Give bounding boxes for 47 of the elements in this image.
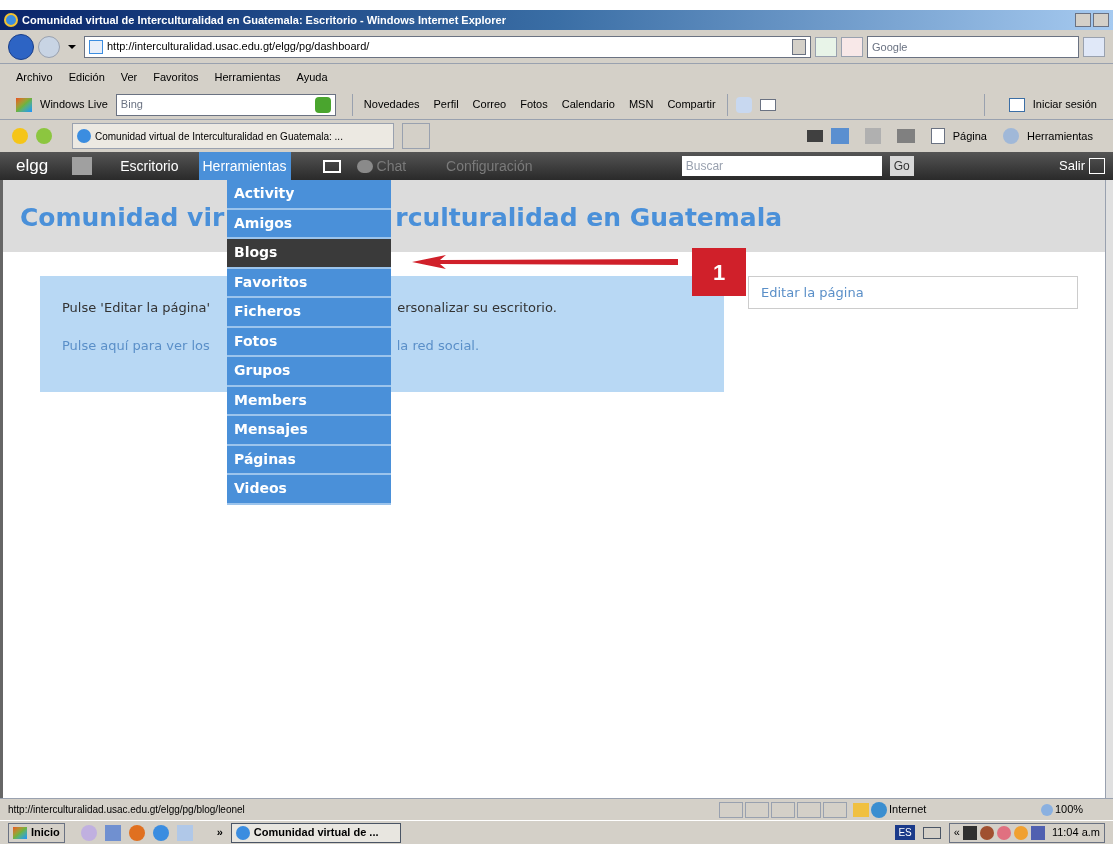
menu-item[interactable]: Ver: [120, 68, 138, 86]
menu-item[interactable]: Herramientas: [214, 68, 281, 86]
info-message: Pulse 'Editar la página': [62, 299, 211, 317]
bing-search-field[interactable]: Bing: [115, 93, 336, 116]
taskbar-window-button[interactable]: Comunidad virtual de ...: [230, 822, 401, 843]
status-text: http://interculturalidad.usac.edu.gt/elgg/pg/blog/leonel: [8, 803, 245, 817]
start-button[interactable]: Inicio: [8, 822, 65, 843]
toolbar-link[interactable]: Compartir: [667, 96, 716, 113]
page-title: rculturalidad en Guatemala: [395, 202, 783, 235]
window-title: Comunidad virtual de Interculturalidad en Guatemala: Escritorio - Windows Internet Explorer: [22, 12, 506, 28]
browser-tab[interactable]: Comunidad virtual de Interculturalidad en Guatemala: ...: [72, 123, 394, 149]
search-field[interactable]: Google: [867, 35, 1079, 58]
toolbar-brand[interactable]: Windows Live: [40, 96, 108, 113]
tray-chevron[interactable]: «: [953, 824, 960, 841]
menu-item[interactable]: Favoritos: [153, 68, 199, 86]
go-button[interactable]: Go: [889, 156, 914, 176]
address-field[interactable]: http://interculturalidad.usac.edu.gt/elgg/pg/dashboard/: [84, 35, 811, 58]
zone-text: Internet: [889, 802, 928, 818]
elgg-logo[interactable]: elgg: [16, 153, 49, 179]
menu-item[interactable]: Ayuda: [296, 68, 328, 86]
nav-item[interactable]: Escritorio: [116, 152, 183, 180]
edit-page-link[interactable]: Editar la página: [748, 276, 1078, 309]
zoom-level[interactable]: 100%: [1055, 801, 1105, 818]
page-title: Comunidad vir: [20, 202, 225, 235]
dropdown-item[interactable]: Blogs: [227, 239, 391, 269]
language-indicator[interactable]: ES: [895, 825, 915, 840]
sign-in-link[interactable]: Iniciar sesión: [1032, 96, 1097, 113]
callout-badge: 1: [692, 248, 746, 296]
menu-item[interactable]: Archivo: [16, 68, 53, 86]
page-menu[interactable]: Página: [952, 127, 987, 145]
toolbar-link[interactable]: Perfil: [433, 96, 459, 113]
menu-item[interactable]: Edición: [68, 68, 105, 86]
clock: 11:04 a.m: [1051, 825, 1100, 841]
logout-link[interactable]: Salir: [1059, 156, 1085, 176]
tab-title: Comunidad virtual de Interculturalidad en Guatemala: ...: [95, 129, 343, 144]
search-placeholder: Bing: [120, 97, 143, 113]
scrollbar[interactable]: [1105, 180, 1113, 798]
search-field[interactable]: Buscar: [681, 156, 882, 176]
toolbar-link[interactable]: MSN: [628, 96, 654, 113]
more-chevron[interactable]: »: [216, 824, 223, 841]
toolbar-link[interactable]: Novedades: [363, 96, 420, 113]
toolbar-link[interactable]: Correo: [472, 96, 507, 113]
toolbar-link[interactable]: Calendario: [561, 96, 615, 113]
url-text: http://interculturalidad.usac.edu.gt/elgg/pg/dashboard/: [107, 39, 370, 55]
toolbar-link[interactable]: Fotos: [520, 96, 548, 113]
tools-menu[interactable]: Herramientas: [1026, 127, 1093, 145]
info-message: ersonalizar su escritorio.: [397, 299, 557, 317]
